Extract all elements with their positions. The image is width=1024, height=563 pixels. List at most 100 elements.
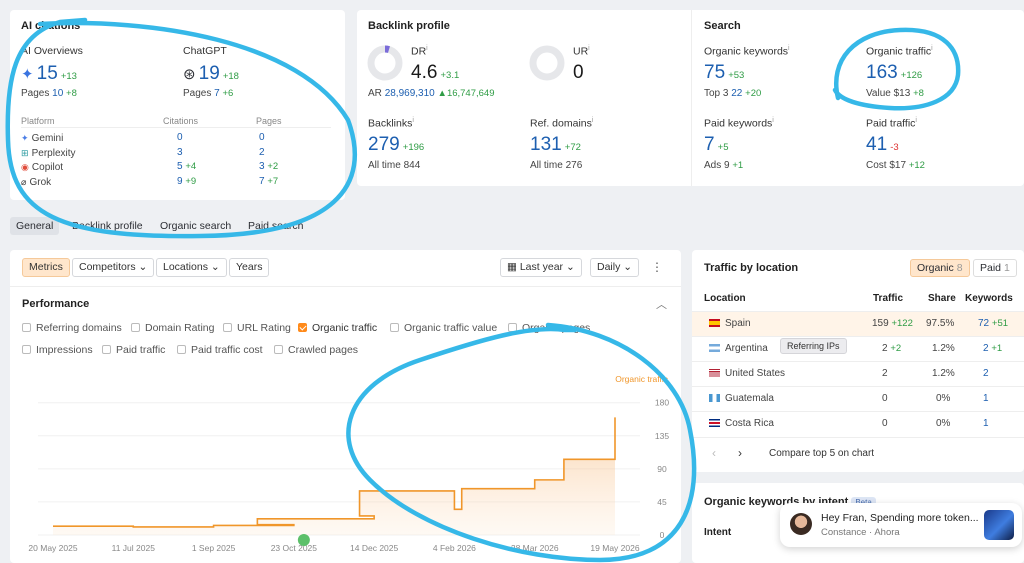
guatemala-flag-icon xyxy=(709,394,720,402)
cb-organic-traffic-value[interactable]: Organic traffic value xyxy=(390,322,497,334)
ai-overviews-value[interactable]: 15 xyxy=(37,63,58,84)
chat-message: Hey Fran, Spending more token... xyxy=(821,512,979,524)
chevron-down-icon: ⌄ xyxy=(623,261,633,273)
cb-domain-rating[interactable]: Domain Rating xyxy=(131,322,214,334)
col-share: Share xyxy=(928,293,956,304)
dr-donut xyxy=(367,45,403,81)
interval-dropdown[interactable]: Daily ⌄ xyxy=(590,258,640,277)
col-intent: Intent xyxy=(704,527,732,538)
chat-meta: Constance · Ahora xyxy=(821,527,900,538)
table-row[interactable]: Guatemala 0 0% 1 xyxy=(692,386,1024,411)
avatar xyxy=(790,513,812,535)
referring-ips-tooltip: Referring IPs xyxy=(780,338,847,354)
event-marker xyxy=(297,534,310,546)
x-tick-label: 28 Mar 2026 xyxy=(511,543,559,553)
refdomains-alltime: All time 276 xyxy=(530,160,583,171)
date-range-dropdown[interactable]: ▦ Last year ⌄ xyxy=(500,258,582,277)
tab-organic-search[interactable]: Organic search xyxy=(160,220,231,232)
collapse-chevron-icon[interactable]: ︿ xyxy=(656,296,667,312)
prev-icon[interactable]: ‹ xyxy=(712,446,716,460)
org-kw-top3: Top 3 22 +20 xyxy=(704,88,762,99)
grok-icon: ⌀ xyxy=(21,176,27,187)
tab-backlink-profile[interactable]: Backlink profile xyxy=(72,220,143,232)
chevron-down-icon: ⌄ xyxy=(210,261,220,273)
performance-card: Metrics Competitors ⌄ Locations ⌄ Years … xyxy=(10,250,681,563)
y-tick-label: 90 xyxy=(657,464,667,474)
table-row[interactable]: Costa Rica 0 0% 1 xyxy=(692,411,1024,436)
list-item: ✦ Gemini 0 0 xyxy=(21,132,265,144)
compare-top5-link[interactable]: Compare top 5 on chart xyxy=(769,448,874,459)
backlinks-alltime: All time 844 xyxy=(368,160,421,171)
spain-flag-icon xyxy=(709,319,720,327)
backlinks-label: Backlinksi xyxy=(368,117,414,130)
table-row[interactable]: Argentina 2 +2 1.2% 2 +1 xyxy=(692,336,1024,361)
ar-row: AR 28,969,310 ▲16,747,649 xyxy=(368,88,495,99)
cb-paid-traffic[interactable]: Paid traffic xyxy=(102,344,165,356)
search-title: Search xyxy=(704,20,741,32)
cb-crawled-pages[interactable]: Crawled pages xyxy=(274,344,358,356)
y-tick-label: 135 xyxy=(655,431,669,441)
usa-flag-icon xyxy=(709,369,720,377)
traffic-location-title: Traffic by location xyxy=(704,262,799,274)
x-tick-label: 23 Oct 2025 xyxy=(271,543,318,553)
more-menu-icon[interactable]: ⋮ xyxy=(651,260,663,274)
org-kw-value-row: 75 +53 xyxy=(704,62,745,83)
cb-organic-pages[interactable]: Organic pages xyxy=(508,322,590,334)
list-item: ⊞ Perplexity 3 2 xyxy=(21,146,265,159)
cb-referring-domains[interactable]: Referring domains xyxy=(22,322,122,334)
paid-tr-label: Paid traffici xyxy=(866,117,917,130)
chat-thumbnail xyxy=(984,510,1014,540)
x-tick-label: 11 Jul 2025 xyxy=(112,543,156,553)
years-button[interactable]: Years xyxy=(229,258,270,277)
calendar-icon: ▦ xyxy=(507,261,517,273)
dr-label: DRi xyxy=(411,45,428,58)
ai-overviews-value-row: ✦ 15 +13 xyxy=(21,63,77,85)
org-tr-value: Value $13 +8 xyxy=(866,88,924,99)
metrics-button[interactable]: Metrics xyxy=(22,258,70,277)
y-tick-label: 0 xyxy=(660,530,665,540)
series-label: Organic traffic xyxy=(615,374,669,384)
gemini-icon: ✦ xyxy=(21,133,29,143)
cb-url-rating[interactable]: URL Rating xyxy=(223,322,291,334)
chatgpt-pages: Pages 7 +6 xyxy=(183,88,234,99)
ur-donut xyxy=(529,45,565,81)
table-row[interactable]: United States 2 1.2% 2 xyxy=(692,361,1024,386)
col-keywords: Keywords xyxy=(965,293,1013,304)
cb-paid-traffic-cost[interactable]: Paid traffic cost xyxy=(177,344,263,356)
chatgpt-value[interactable]: 19 xyxy=(199,63,220,84)
list-item: ⌀ Grok 9 +9 7 +7 xyxy=(21,175,279,188)
chevron-down-icon: ⌄ xyxy=(565,261,575,273)
paid-toggle[interactable]: Paid 1 xyxy=(973,259,1017,277)
org-tr-label: Organic traffici xyxy=(866,45,933,58)
paid-kw-value-row: 7 +5 xyxy=(704,134,729,155)
ur-label: URi xyxy=(573,45,590,58)
chevron-down-icon: ⌄ xyxy=(138,261,148,273)
organic-toggle[interactable]: Organic 8 xyxy=(910,259,970,277)
competitors-dropdown[interactable]: Competitors ⌄ xyxy=(72,258,155,277)
performance-title: Performance xyxy=(22,298,90,310)
locations-dropdown[interactable]: Locations ⌄ xyxy=(156,258,227,277)
x-tick-label: 19 May 2026 xyxy=(590,543,639,553)
tab-general[interactable]: General xyxy=(10,217,60,235)
paid-tr-cost: Cost $17 +12 xyxy=(866,160,925,171)
argentina-flag-icon xyxy=(709,344,720,352)
paid-tr-value-row: 41 -3 xyxy=(866,134,899,155)
traffic-location-card: Traffic by location Organic 8 Paid 1 Loc… xyxy=(692,250,1024,472)
table-row[interactable]: Spain 159 +122 97.5% 72 +51 xyxy=(692,311,1024,336)
cb-impressions[interactable]: Impressions xyxy=(22,344,93,356)
ai-overviews-pages: Pages 10 +8 xyxy=(21,88,77,99)
col-citations: Citations xyxy=(163,116,199,126)
col-traffic: Traffic xyxy=(873,293,904,304)
organic-traffic-area xyxy=(53,417,615,535)
org-tr-value-row: 163 +126 xyxy=(866,62,923,83)
cb-organic-traffic[interactable]: Organic traffic xyxy=(298,322,377,334)
next-icon[interactable]: › xyxy=(738,446,742,460)
chat-notification[interactable]: Hey Fran, Spending more token... Constan… xyxy=(780,503,1022,547)
overview-card: Backlink profile DRi 4.6 +3.1 URi 0 AR 2… xyxy=(357,10,1024,186)
org-kw-label: Organic keywordsi xyxy=(704,45,790,58)
organic-traffic-chart[interactable]: 180 135 90 45 0 Organic traffic 20 May 2025 11 … xyxy=(10,360,681,563)
sparkle-icon: ✦ xyxy=(21,66,34,83)
ur-value: 0 xyxy=(573,62,584,83)
ai-overviews-label: AI Overviews xyxy=(21,45,83,57)
tab-paid-search[interactable]: Paid search xyxy=(248,220,303,232)
